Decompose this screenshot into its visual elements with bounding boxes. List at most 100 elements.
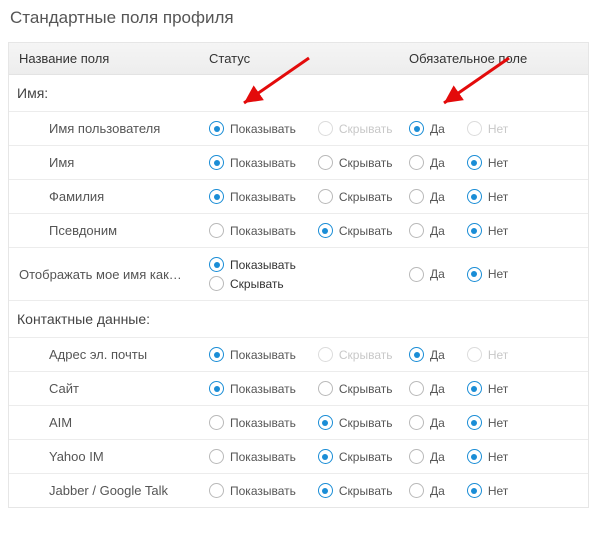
required-no-radio-input[interactable] — [467, 415, 482, 430]
radio-label: Показывать — [230, 258, 296, 272]
field-label: Отображать мое имя как… — [19, 267, 209, 282]
required-no-radio: Нет — [467, 347, 508, 362]
status-hide-radio-input[interactable] — [209, 276, 224, 291]
status-hide-radio[interactable]: Скрывать — [318, 483, 393, 498]
status-show-radio-input[interactable] — [209, 189, 224, 204]
required-yes-radio-input[interactable] — [409, 415, 424, 430]
required-no-radio[interactable]: Нет — [467, 267, 508, 282]
required-no-radio-input[interactable] — [467, 267, 482, 282]
required-yes-radio[interactable]: Да — [409, 155, 445, 170]
status-hide-radio[interactable]: Скрывать — [318, 449, 393, 464]
required-no-radio-input[interactable] — [467, 189, 482, 204]
status-hide-radio-input[interactable] — [318, 483, 333, 498]
radio-label: Скрывать — [339, 450, 393, 464]
status-show-radio[interactable]: Показывать — [209, 347, 296, 362]
required-yes-radio[interactable]: Да — [409, 415, 445, 430]
profile-fields-panel: Название поля Статус Обязательное поле И… — [8, 42, 589, 508]
status-hide-radio-input[interactable] — [318, 155, 333, 170]
required-yes-radio[interactable]: Да — [409, 189, 445, 204]
status-show-radio[interactable]: Показывать — [209, 189, 296, 204]
required-yes-radio[interactable]: Да — [409, 267, 445, 282]
status-show-radio[interactable]: Показывать — [209, 449, 296, 464]
required-yes-radio-input[interactable] — [409, 155, 424, 170]
status-group: Показывать Скрывать — [209, 257, 409, 291]
status-hide-radio[interactable]: Скрывать — [318, 155, 393, 170]
required-no-radio[interactable]: Нет — [467, 483, 508, 498]
required-yes-radio[interactable]: Да — [409, 449, 445, 464]
required-yes-radio[interactable]: Да — [409, 483, 445, 498]
required-no-radio[interactable]: Нет — [467, 449, 508, 464]
required-yes-radio[interactable]: Да — [409, 223, 445, 238]
radio-label: Да — [430, 156, 445, 170]
status-hide-radio[interactable]: Скрывать — [318, 381, 393, 396]
required-no-radio[interactable]: Нет — [467, 189, 508, 204]
field-row: ПсевдонимПоказыватьСкрыватьДаНет — [9, 214, 588, 248]
status-show-radio[interactable]: Показывать — [209, 257, 409, 272]
status-hide-radio[interactable]: Скрывать — [318, 415, 393, 430]
status-hide-radio-input[interactable] — [318, 223, 333, 238]
required-yes-radio[interactable]: Да — [409, 381, 445, 396]
status-show-radio-input[interactable] — [209, 449, 224, 464]
required-no-radio-input[interactable] — [467, 483, 482, 498]
status-show-radio-input[interactable] — [209, 381, 224, 396]
status-show-radio[interactable]: Показывать — [209, 415, 296, 430]
radio-label: Нет — [488, 267, 508, 281]
radio-label: Нет — [488, 484, 508, 498]
required-no-radio-input — [467, 121, 482, 136]
status-group: Показывать Скрывать — [209, 381, 409, 396]
status-hide-radio-input[interactable] — [318, 449, 333, 464]
radio-label: Скрывать — [339, 190, 393, 204]
field-label: Yahoo IM — [19, 449, 209, 464]
required-no-radio[interactable]: Нет — [467, 223, 508, 238]
status-group: Показывать Скрывать — [209, 189, 409, 204]
radio-label: Показывать — [230, 348, 296, 362]
required-no-radio-input[interactable] — [467, 155, 482, 170]
status-hide-radio[interactable]: Скрывать — [209, 276, 409, 291]
required-no-radio-input[interactable] — [467, 449, 482, 464]
required-yes-radio-input[interactable] — [409, 449, 424, 464]
field-label: Имя — [19, 155, 209, 170]
required-yes-radio[interactable]: Да — [409, 121, 445, 136]
required-yes-radio-input[interactable] — [409, 381, 424, 396]
required-yes-radio-input[interactable] — [409, 267, 424, 282]
required-yes-radio-input — [409, 121, 424, 136]
field-row: ИмяПоказывать Скрывать Да Нет — [9, 146, 588, 180]
status-show-radio[interactable]: Показывать — [209, 155, 296, 170]
field-row: Имя пользователяПоказыватьСкрыватьДаНет — [9, 112, 588, 146]
table-header: Название поля Статус Обязательное поле — [9, 43, 588, 75]
required-yes-radio-input[interactable] — [409, 223, 424, 238]
radio-label: Нет — [488, 122, 508, 136]
radio-label: Показывать — [230, 122, 296, 136]
status-show-radio[interactable]: Показывать — [209, 121, 296, 136]
status-hide-radio[interactable]: Скрывать — [318, 223, 393, 238]
required-yes-radio-input[interactable] — [409, 189, 424, 204]
status-group: ПоказыватьСкрывать — [209, 347, 409, 362]
status-show-radio-input[interactable] — [209, 415, 224, 430]
status-show-radio[interactable]: Показывать — [209, 223, 296, 238]
status-show-radio-input[interactable] — [209, 257, 224, 272]
status-show-radio[interactable]: Показывать — [209, 483, 296, 498]
required-no-radio[interactable]: Нет — [467, 415, 508, 430]
status-show-radio-input[interactable] — [209, 483, 224, 498]
status-hide-radio-input[interactable] — [318, 415, 333, 430]
required-no-radio-input[interactable] — [467, 223, 482, 238]
radio-label: Показывать — [230, 382, 296, 396]
radio-label: Скрывать — [339, 122, 393, 136]
radio-label: Скрывать — [230, 277, 284, 291]
status-hide-radio: Скрывать — [318, 121, 393, 136]
required-no-radio-input[interactable] — [467, 381, 482, 396]
required-group: Да Нет — [409, 223, 589, 238]
required-no-radio[interactable]: Нет — [467, 155, 508, 170]
radio-label: Да — [430, 224, 445, 238]
status-show-radio-input[interactable] — [209, 155, 224, 170]
status-show-radio[interactable]: Показывать — [209, 381, 296, 396]
status-hide-radio-input[interactable] — [318, 381, 333, 396]
required-yes-radio[interactable]: Да — [409, 347, 445, 362]
status-hide-radio-input[interactable] — [318, 189, 333, 204]
radio-label: Да — [430, 267, 445, 281]
required-yes-radio-input[interactable] — [409, 483, 424, 498]
status-hide-radio[interactable]: Скрывать — [318, 189, 393, 204]
radio-label: Нет — [488, 224, 508, 238]
status-show-radio-input[interactable] — [209, 223, 224, 238]
required-no-radio[interactable]: Нет — [467, 381, 508, 396]
